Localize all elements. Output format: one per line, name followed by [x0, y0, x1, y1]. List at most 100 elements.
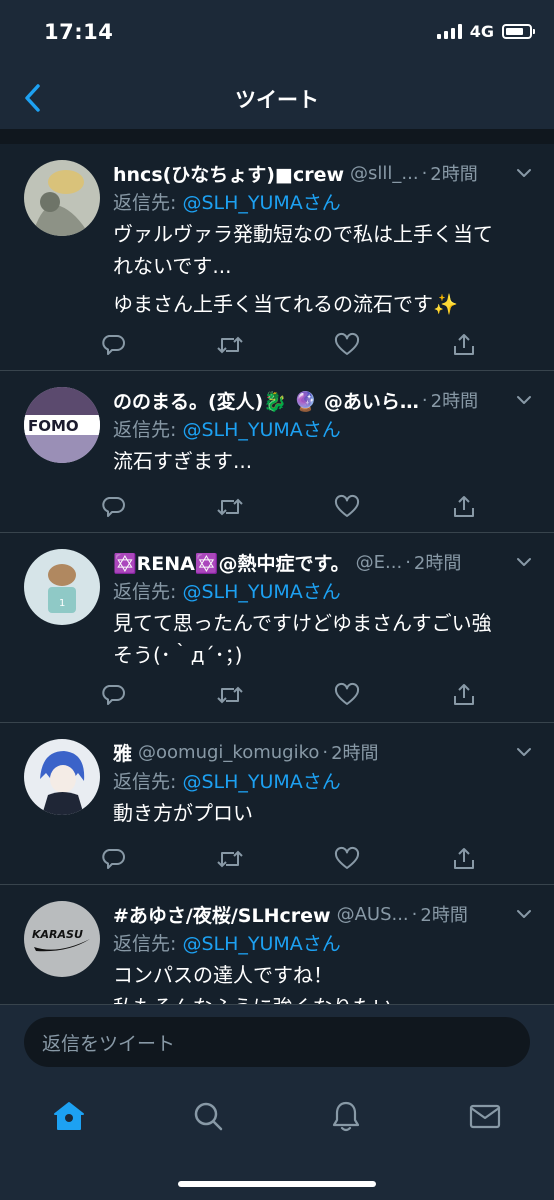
reply-to-line: 返信先: @SLH_YUMAさん: [113, 188, 532, 218]
separator-dot: ·: [322, 741, 329, 763]
timestamp: 2時間: [331, 743, 379, 764]
reply-to-line: 返信先: @SLH_YUMAさん: [113, 577, 532, 607]
reply-mention-link[interactable]: @SLH_YUMAさん: [182, 581, 340, 603]
separator-dot: ·: [421, 389, 428, 411]
like-button[interactable]: [332, 844, 362, 874]
share-button[interactable]: [449, 844, 479, 874]
tab-messages[interactable]: [460, 1091, 510, 1141]
tab-search[interactable]: [183, 1091, 233, 1141]
reply-icon: [102, 497, 125, 517]
tweet-text-line: そう(･｀д´･；): [113, 643, 243, 667]
tweet-text-line: ヴァルヴァラ発動短なので私は上手く当て: [113, 222, 493, 246]
search-icon: [194, 1102, 223, 1131]
display-name[interactable]: 雅: [113, 739, 132, 766]
separator-dot: ·: [405, 551, 411, 573]
retweet-button[interactable]: [215, 492, 245, 522]
share-button[interactable]: [449, 330, 479, 360]
heart-icon: [334, 846, 360, 869]
chevron-down-icon: [517, 558, 531, 566]
tweet-actions: [98, 492, 479, 522]
user-handle[interactable]: @oomugi_komugiko: [138, 742, 319, 763]
reply-button[interactable]: [98, 492, 128, 522]
tweet-actions: [98, 330, 479, 360]
reply-feed[interactable]: hncs(ひなちょす)■crew @slll_... · 2時間 返信先: @S…: [0, 144, 554, 1004]
tweet-menu-button[interactable]: [506, 909, 532, 919]
display-name[interactable]: ののまる。(変人)🐉 🔮 @あいら…: [113, 387, 419, 414]
reply-mention-link[interactable]: @SLH_YUMAさん: [182, 933, 340, 955]
battery-icon: [502, 24, 535, 39]
like-button[interactable]: [332, 680, 362, 710]
separator-strip: [0, 130, 554, 144]
avatar[interactable]: FOMO: [24, 387, 100, 463]
heart-icon: [334, 494, 360, 517]
retweet-button[interactable]: [215, 330, 245, 360]
heart-icon: [334, 332, 360, 355]
chevron-down-icon: [517, 396, 531, 404]
retweet-icon: [217, 498, 243, 516]
share-button[interactable]: [449, 680, 479, 710]
tweet-text: 見てて思ったんですけどゆまさんすごい強 そう(･｀д´･；): [113, 607, 532, 671]
share-button[interactable]: [449, 492, 479, 522]
reply-icon: [102, 335, 125, 355]
tweet-text-line: 私もそんなふうに強くなりたい...: [113, 991, 532, 1004]
avatar[interactable]: 1: [24, 549, 100, 625]
share-icon: [454, 496, 474, 517]
status-bar: 17:14 4G: [0, 0, 554, 66]
retweet-button[interactable]: [215, 680, 245, 710]
reply-mention-link[interactable]: @SLH_YUMAさん: [182, 419, 340, 441]
avatar[interactable]: [24, 160, 100, 236]
tweet-menu-button[interactable]: [506, 395, 532, 405]
reply-compose-field[interactable]: 返信をツイート: [24, 1017, 530, 1067]
reply-prefix: 返信先:: [113, 771, 177, 793]
reply-button[interactable]: [98, 680, 128, 710]
tweet-item[interactable]: KARASU #あゆさ/夜桜/SLHcrew @AUS... · 2時間 返信先…: [0, 885, 554, 1004]
reply-mention-link[interactable]: @SLH_YUMAさん: [182, 771, 340, 793]
tweet-text-line: れないです...: [113, 254, 232, 278]
retweet-button[interactable]: [215, 844, 245, 874]
home-indicator: [178, 1181, 376, 1187]
reply-button[interactable]: [98, 330, 128, 360]
tab-notifications[interactable]: [321, 1091, 371, 1141]
tweet-menu-button[interactable]: [506, 168, 532, 178]
retweet-icon: [217, 686, 243, 704]
like-button[interactable]: [332, 330, 362, 360]
reply-button[interactable]: [98, 844, 128, 874]
tweet-actions: [98, 680, 479, 710]
display-name[interactable]: hncs(ひなちょす)■crew: [113, 160, 344, 187]
avatar-text: KARASU: [32, 928, 83, 941]
tab-home[interactable]: [44, 1091, 94, 1141]
tweet-item[interactable]: 雅 @oomugi_komugiko · 2時間 返信先: @SLH_YUMAさ…: [0, 723, 554, 885]
tweet-menu-button[interactable]: [506, 557, 532, 567]
navigation-bar: ツイート: [0, 66, 554, 130]
like-button[interactable]: [332, 492, 362, 522]
display-name[interactable]: #あゆさ/夜桜/SLHcrew: [113, 901, 331, 928]
reply-to-line: 返信先: @SLH_YUMAさん: [113, 767, 532, 797]
share-icon: [454, 684, 474, 705]
chevron-down-icon: [517, 910, 531, 918]
share-icon: [454, 334, 474, 355]
network-type: 4G: [469, 22, 494, 41]
separator-dot: ·: [421, 162, 428, 184]
tweet-menu-button[interactable]: [506, 747, 532, 757]
reply-mention-link[interactable]: @SLH_YUMAさん: [182, 192, 340, 214]
timestamp: 2時間: [430, 391, 479, 412]
reply-prefix: 返信先:: [113, 933, 177, 955]
user-handle[interactable]: @slll_...: [350, 163, 419, 184]
status-time: 17:14: [44, 20, 114, 44]
avatar[interactable]: KARASU: [24, 901, 100, 977]
timestamp: 2時間: [413, 553, 462, 574]
reply-placeholder: 返信をツイート: [42, 1032, 176, 1055]
display-name[interactable]: ✡️RENA✡️@熱中症です。: [113, 549, 350, 576]
tweet-item[interactable]: hncs(ひなちょす)■crew @slll_... · 2時間 返信先: @S…: [0, 144, 554, 371]
user-handle[interactable]: @E...: [356, 552, 403, 573]
avatar-text: FOMO: [28, 417, 79, 435]
reply-icon: [102, 685, 125, 705]
page-title: ツイート: [235, 88, 319, 112]
share-icon: [454, 848, 474, 869]
tweet-item[interactable]: FOMO ののまる。(変人)🐉 🔮 @あいら… · 2時間 返信先: @SLH_…: [0, 371, 554, 533]
avatar[interactable]: [24, 739, 100, 815]
svg-text:1: 1: [59, 598, 65, 609]
retweet-icon: [217, 336, 243, 354]
tweet-item[interactable]: 1 ✡️RENA✡️@熱中症です。 @E... · 2時間 返信先: @SLH_…: [0, 533, 554, 723]
user-handle[interactable]: @AUS...: [337, 904, 409, 925]
